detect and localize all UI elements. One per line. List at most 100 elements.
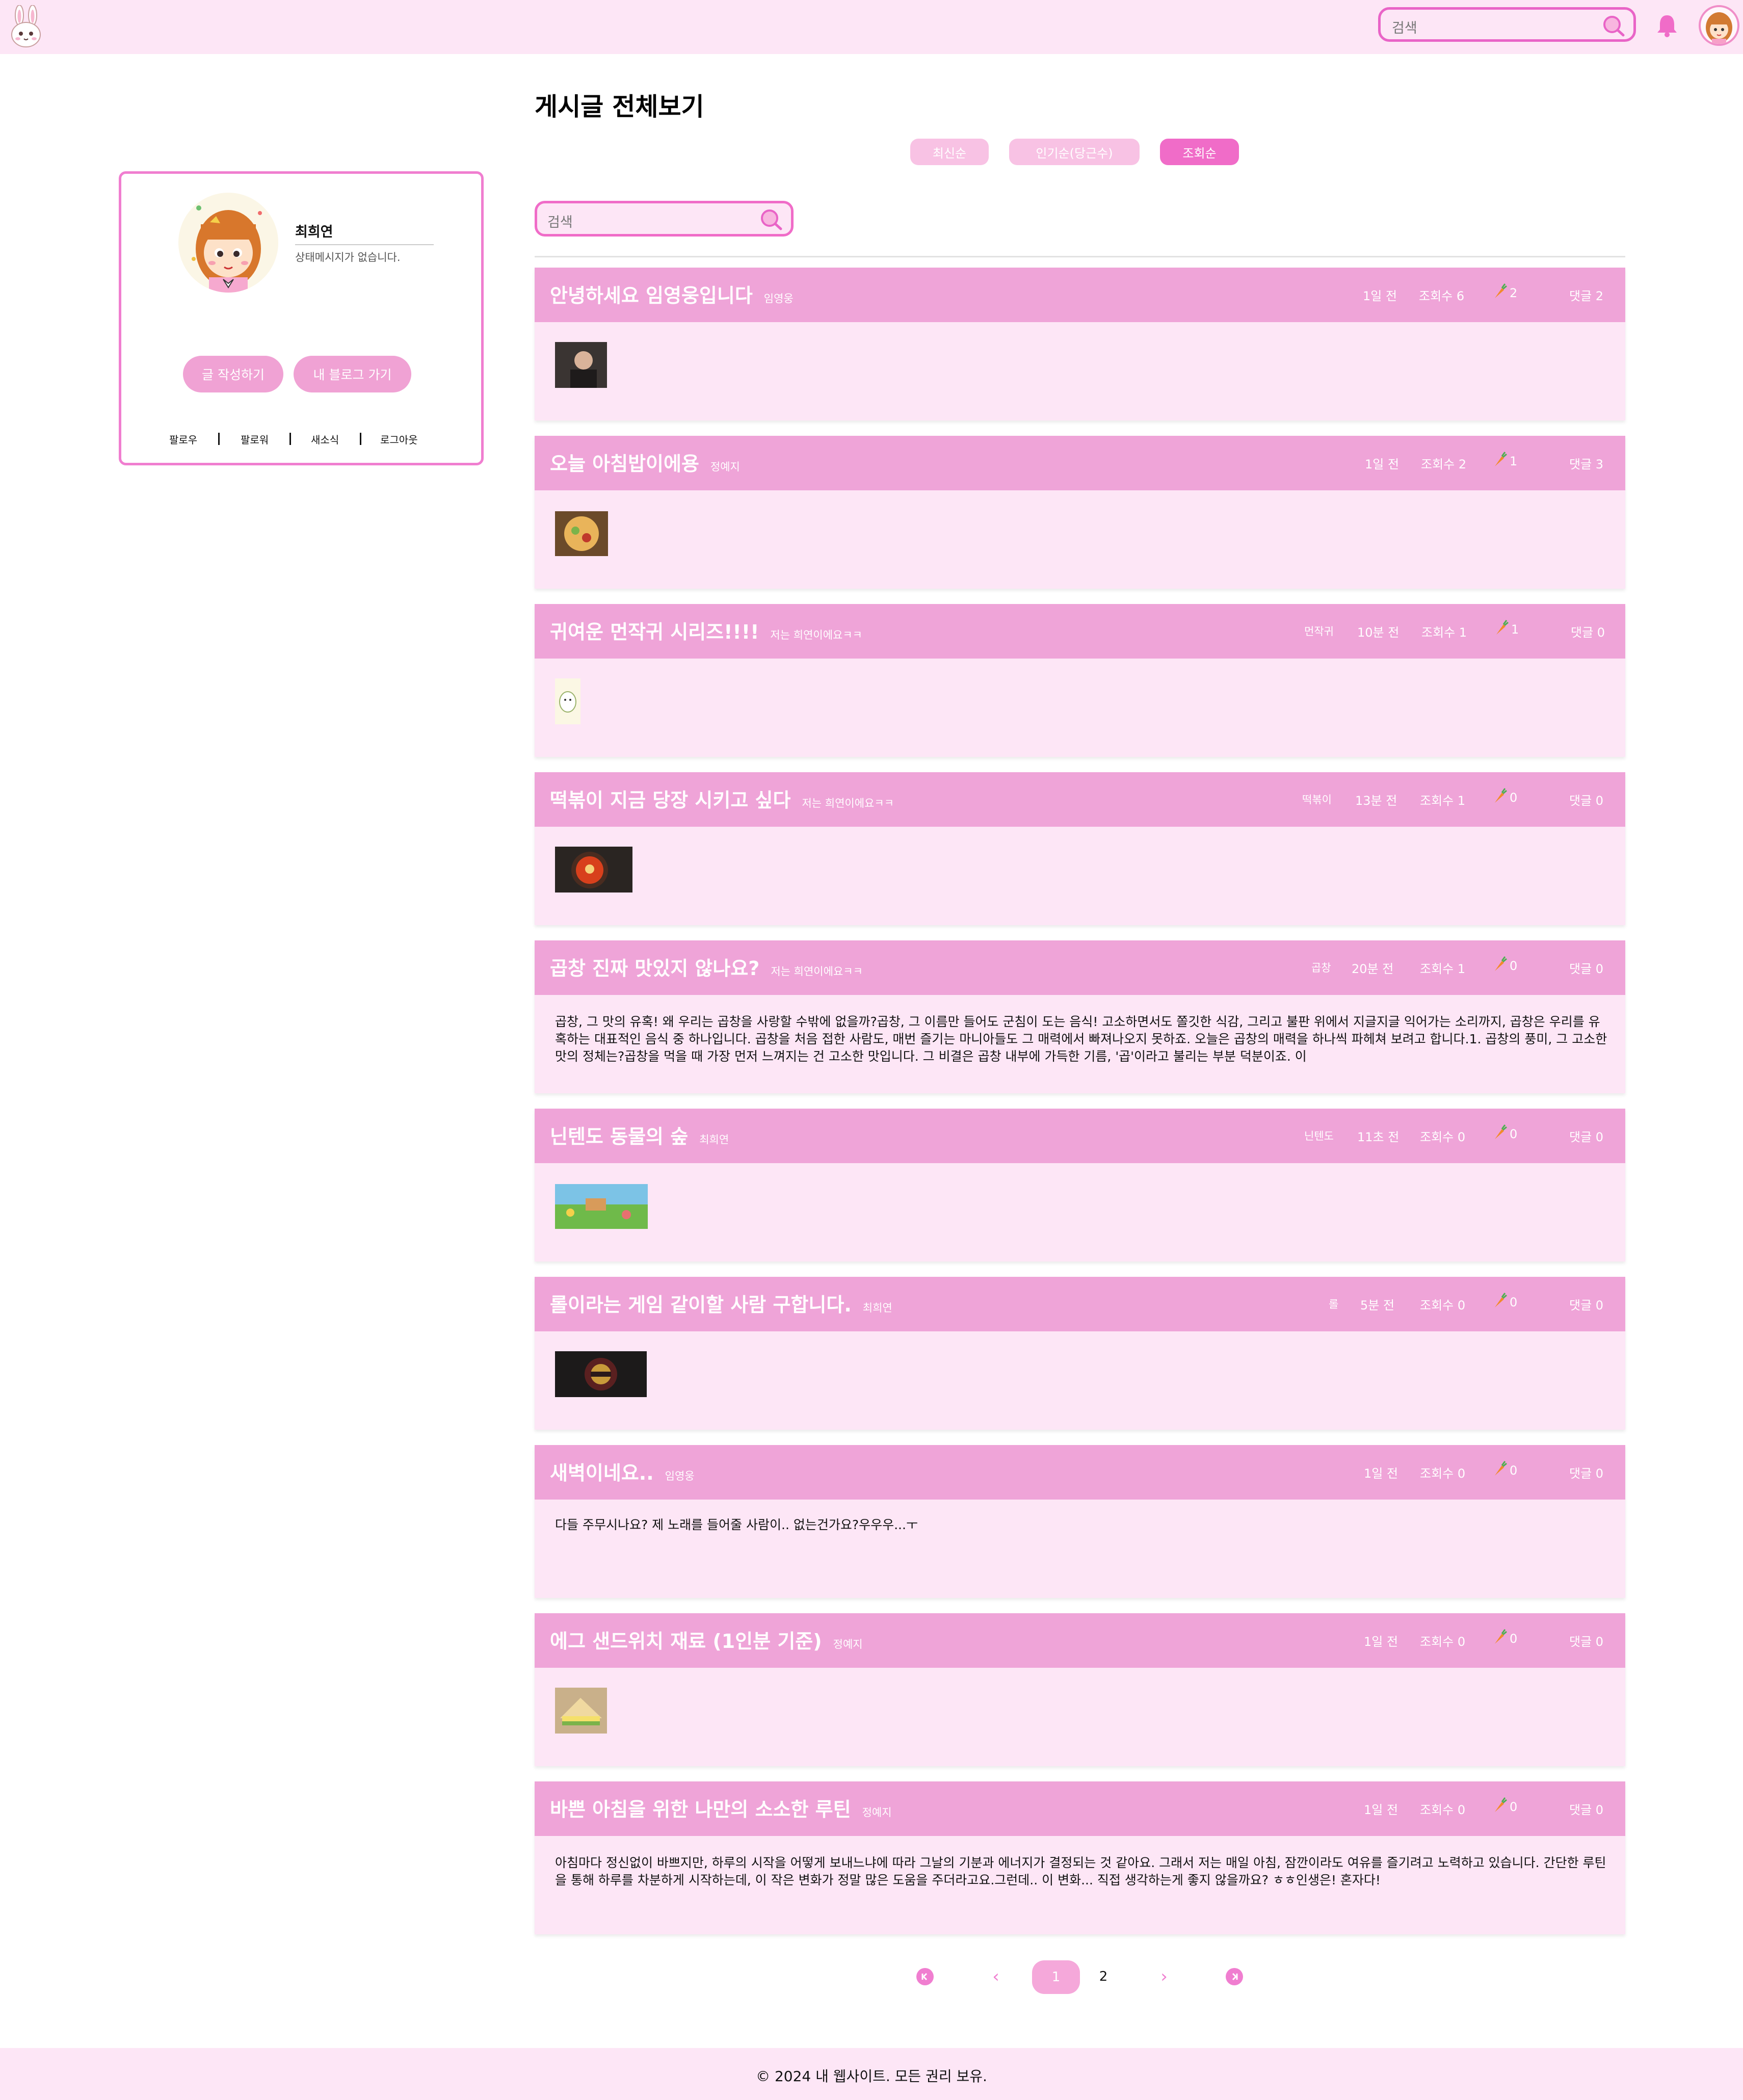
post-title[interactable]: 안녕하세요 임영웅입니다 임영웅: [550, 280, 794, 308]
character-drawing-thumbnail[interactable]: [555, 678, 580, 724]
bell-icon[interactable]: [1654, 13, 1680, 38]
profile-avatar: [178, 193, 278, 293]
post-title[interactable]: 롤이라는 게임 같이할 사람 구합니다. 최희연: [550, 1289, 892, 1317]
post-header: 귀여운 먼작귀 시리즈!!!! 저는 희연이에요ㅋㅋ 먼작귀 10분 전 조회수 …: [535, 604, 1625, 659]
post-views: 조회수 0: [1420, 1130, 1466, 1144]
link-separator: [289, 433, 291, 445]
post-carrot-count: 0: [1510, 1295, 1518, 1309]
post-tag[interactable]: 떡볶이: [1302, 792, 1332, 807]
post-carrot-count: 0: [1510, 1800, 1518, 1814]
post-carrot-count: 0: [1510, 959, 1518, 973]
post-comments: 댓글 0: [1569, 1803, 1604, 1817]
carrot-icon[interactable]: [1493, 1629, 1507, 1646]
post-views: 조회수 0: [1420, 1635, 1466, 1649]
post-header: 떡볶이 지금 당장 시키고 싶다 저는 희연이에요ㅋㅋ 떡볶이 13분 전 조회수…: [535, 772, 1625, 827]
post-time: 1일 전: [1364, 1635, 1398, 1649]
carrot-icon[interactable]: [1493, 1460, 1507, 1478]
portrait-photo-thumbnail[interactable]: [555, 342, 607, 388]
page-2-button[interactable]: 2: [1091, 1963, 1116, 1990]
girl-avatar-icon: [1706, 12, 1732, 44]
news-link[interactable]: 새소식: [311, 432, 339, 447]
post-header: 오늘 아침밥이에용 정예지 1일 전 조회수 2 1 댓글 3: [535, 436, 1625, 490]
profile-name: 최희연: [295, 224, 333, 240]
post-card[interactable]: 귀여운 먼작귀 시리즈!!!! 저는 희연이에요ㅋㅋ 먼작귀 10분 전 조회수 …: [535, 604, 1625, 757]
sort-newest-button[interactable]: 최신순: [910, 139, 989, 165]
post-title[interactable]: 귀여운 먼작귀 시리즈!!!! 저는 희연이에요ㅋㅋ: [550, 616, 862, 644]
sort-popular-button[interactable]: 인기순(당근수): [1009, 139, 1140, 165]
post-title[interactable]: 닌텐도 동물의 숲 최희연: [550, 1121, 729, 1149]
tteokbokki-photo-thumbnail[interactable]: [555, 847, 632, 892]
post-time: 11초 전: [1357, 1130, 1399, 1144]
write-post-button[interactable]: 글 작성하기: [183, 356, 283, 392]
post-carrot-count: 2: [1510, 286, 1518, 300]
carrot-icon[interactable]: [1493, 956, 1507, 973]
carrot-icon[interactable]: [1493, 788, 1507, 805]
post-tag[interactable]: 곱창: [1311, 960, 1331, 975]
post-title[interactable]: 오늘 아침밥이에용 정예지: [550, 448, 740, 476]
game-logo-thumbnail[interactable]: [555, 1351, 647, 1397]
prev-page-button[interactable]: ‹: [984, 1963, 1008, 1990]
link-separator: [218, 433, 220, 445]
user-avatar[interactable]: [1699, 5, 1739, 46]
post-card[interactable]: 곱창 진짜 맛있지 않나요? 저는 희연이에요ㅋㅋ 곱창 20분 전 조회수 1 …: [535, 940, 1625, 1093]
post-tag[interactable]: 롤: [1329, 1296, 1338, 1311]
post-author: 임영웅: [763, 293, 794, 305]
carrot-icon[interactable]: [1493, 283, 1507, 300]
carrot-icon[interactable]: [1494, 619, 1509, 637]
post-tag[interactable]: 먼작귀: [1304, 623, 1334, 639]
post-card[interactable]: 롤이라는 게임 같이할 사람 구합니다. 최희연 롤 5분 전 조회수 0 0 댓…: [535, 1277, 1625, 1430]
post-author: 저는 희연이에요ㅋㅋ: [802, 797, 894, 809]
post-time: 20분 전: [1352, 962, 1394, 976]
my-blog-button[interactable]: 내 블로그 가기: [294, 356, 411, 392]
search-icon[interactable]: [1601, 14, 1626, 37]
post-carrot-count: 1: [1510, 454, 1518, 468]
post-author: 최희연: [699, 1134, 729, 1146]
post-card[interactable]: 떡볶이 지금 당장 시키고 싶다 저는 희연이에요ㅋㅋ 떡볶이 13분 전 조회수…: [535, 772, 1625, 925]
header-search-input[interactable]: 검색: [1378, 7, 1636, 42]
page-1-button[interactable]: 1: [1032, 1960, 1080, 1994]
last-page-button[interactable]: [1222, 1963, 1247, 1990]
post-card[interactable]: 안녕하세요 임영웅입니다 임영웅 1일 전 조회수 6 2 댓글 2: [535, 268, 1625, 421]
first-page-button[interactable]: [913, 1963, 937, 1990]
post-card[interactable]: 에그 샌드위치 재료 (1인분 기준) 정예지 1일 전 조회수 0 0 댓글 0: [535, 1613, 1625, 1766]
post-views: 조회수 1: [1420, 794, 1466, 808]
post-tag[interactable]: 닌텐도: [1304, 1128, 1334, 1143]
sandwich-photo-thumbnail[interactable]: [555, 1688, 607, 1734]
post-card[interactable]: 새벽이네요.. 임영웅 1일 전 조회수 0 0 댓글 0 다들 주무시나요? 제…: [535, 1445, 1625, 1598]
follow-link[interactable]: 팔로우: [169, 432, 197, 447]
post-author: 최희연: [862, 1302, 892, 1314]
post-title[interactable]: 곱창 진짜 맛있지 않나요? 저는 희연이에요ㅋㅋ: [550, 953, 863, 981]
post-card[interactable]: 오늘 아침밥이에용 정예지 1일 전 조회수 2 1 댓글 3: [535, 436, 1625, 589]
carrot-icon[interactable]: [1493, 1124, 1507, 1141]
food-photo-thumbnail[interactable]: [555, 511, 608, 556]
carrot-icon[interactable]: [1493, 451, 1507, 468]
post-title[interactable]: 떡볶이 지금 당장 시키고 싶다 저는 희연이에요ㅋㅋ: [550, 784, 894, 812]
next-page-button[interactable]: ›: [1152, 1963, 1176, 1990]
sort-views-button[interactable]: 조회순: [1160, 139, 1239, 165]
post-author: 저는 희연이에요ㅋㅋ: [770, 629, 862, 641]
post-time: 1일 전: [1363, 289, 1397, 303]
logout-link[interactable]: 로그아웃: [380, 432, 418, 447]
post-card[interactable]: 바쁜 아침을 위한 나만의 소소한 루틴 정예지 1일 전 조회수 0 0 댓글 …: [535, 1781, 1625, 1934]
profile-status: 상태메시지가 없습니다.: [295, 251, 401, 264]
post-comments: 댓글 0: [1569, 794, 1604, 808]
post-header: 닌텐도 동물의 숲 최희연 닌텐도 11초 전 조회수 0 0 댓글 0: [535, 1109, 1625, 1163]
post-carrot-count: 0: [1510, 1127, 1518, 1141]
post-title[interactable]: 새벽이네요.. 임영웅: [550, 1457, 695, 1485]
post-title[interactable]: 바쁜 아침을 위한 나만의 소소한 루틴 정예지: [550, 1794, 892, 1822]
post-views: 조회수 0: [1420, 1803, 1466, 1817]
post-header: 새벽이네요.. 임영웅 1일 전 조회수 0 0 댓글 0: [535, 1445, 1625, 1500]
post-card[interactable]: 닌텐도 동물의 숲 최희연 닌텐도 11초 전 조회수 0 0 댓글 0: [535, 1109, 1625, 1262]
game-screenshot-thumbnail[interactable]: [555, 1184, 648, 1229]
post-title[interactable]: 에그 샌드위치 재료 (1인분 기준) 정예지: [550, 1625, 863, 1653]
header-search-placeholder: 검색: [1392, 20, 1417, 36]
rabbit-logo-icon[interactable]: [9, 5, 43, 49]
carrot-icon[interactable]: [1493, 1797, 1507, 1814]
carrot-icon[interactable]: [1493, 1292, 1507, 1309]
post-views: 조회수 1: [1420, 962, 1466, 976]
follower-link[interactable]: 팔로워: [241, 432, 269, 447]
post-search-input[interactable]: 검색: [535, 201, 794, 237]
post-search-placeholder: 검색: [547, 215, 573, 230]
post-author: 저는 희연이에요ㅋㅋ: [771, 965, 863, 978]
search-icon[interactable]: [758, 207, 784, 231]
